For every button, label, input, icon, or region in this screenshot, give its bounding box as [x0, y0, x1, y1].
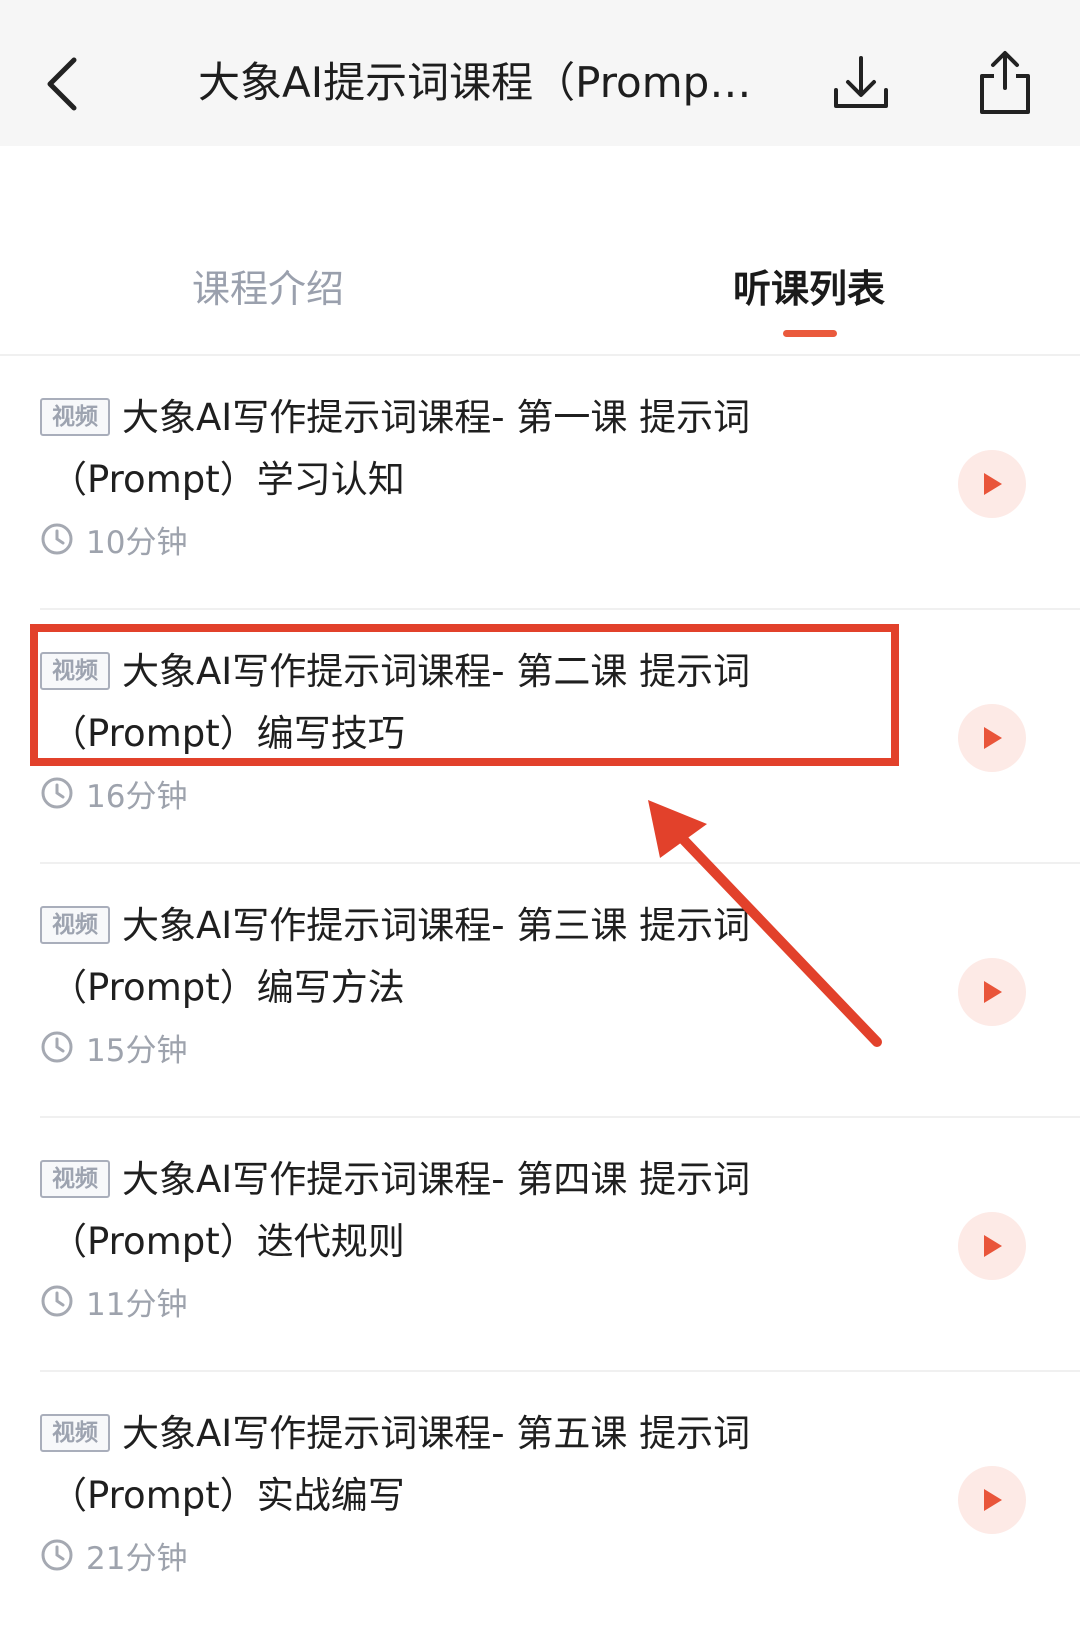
page-title: 大象AI提示词课程（Prompt）: [198, 58, 758, 107]
tab-course-intro[interactable]: 课程介绍: [192, 254, 344, 324]
video-badge: 视频: [40, 398, 110, 436]
play-icon: [984, 473, 1002, 495]
play-icon: [984, 1235, 1002, 1257]
back-button[interactable]: [30, 40, 100, 130]
play-button[interactable]: [958, 704, 1026, 772]
lesson-duration: 10分钟: [40, 516, 187, 562]
clock-icon: [41, 523, 73, 555]
chevron-left-icon: [47, 57, 77, 111]
video-badge: 视频: [40, 1160, 110, 1198]
play-icon: [984, 1489, 1002, 1511]
lesson-title-line1: 大象AI写作提示词课程- 第五课 提示词: [122, 1412, 751, 1455]
video-badge: 视频: [40, 1414, 110, 1452]
annotation-highlight-box: [30, 624, 899, 766]
share-icon: [980, 51, 1030, 114]
share-button[interactable]: [970, 46, 1040, 120]
top-nav-bar: 大象AI提示词课程（Prompt）: [0, 0, 1080, 146]
lesson-duration: 11分钟: [40, 1278, 187, 1324]
download-button[interactable]: [826, 48, 896, 118]
lesson-title-line2: （Prompt）实战编写: [50, 1474, 405, 1517]
lesson-title-line1: 大象AI写作提示词课程- 第一课 提示词: [122, 396, 751, 439]
tab-lesson-list[interactable]: 听课列表: [733, 254, 885, 324]
clock-icon: [41, 1031, 73, 1063]
lesson-title-line2: （Prompt）迭代规则: [50, 1220, 405, 1263]
duration-text: 15分钟: [86, 1032, 188, 1069]
lesson-duration: 16分钟: [40, 770, 187, 816]
course-page: 大象AI提示词课程（Prompt） 课程介绍 听课列表 视频 大象AI写作提示词…: [0, 0, 1080, 1632]
lesson-duration: 15分钟: [40, 1024, 187, 1070]
lesson-item[interactable]: 视频 大象AI写作提示词课程- 第一课 提示词 （Prompt）学习认知 10分…: [0, 356, 1080, 610]
lesson-item[interactable]: 视频 大象AI写作提示词课程- 第四课 提示词 （Prompt）迭代规则 11分…: [0, 1118, 1080, 1372]
lesson-duration: 21分钟: [40, 1532, 187, 1578]
play-icon: [984, 727, 1002, 749]
download-icon: [834, 56, 888, 108]
lesson-item[interactable]: 视频 大象AI写作提示词课程- 第五课 提示词 （Prompt）实战编写 21分…: [0, 1372, 1080, 1626]
duration-text: 21分钟: [86, 1540, 188, 1577]
lesson-title-line1: 大象AI写作提示词课程- 第三课 提示词: [122, 904, 751, 947]
play-button[interactable]: [958, 958, 1026, 1026]
lesson-title-line2: （Prompt）编写方法: [50, 966, 405, 1009]
play-button[interactable]: [958, 450, 1026, 518]
lesson-item[interactable]: 视频 大象AI写作提示词课程- 第三课 提示词 （Prompt）编写方法 15分…: [0, 864, 1080, 1118]
play-button[interactable]: [958, 1212, 1026, 1280]
play-icon: [984, 981, 1002, 1003]
lesson-title-line1: 大象AI写作提示词课程- 第四课 提示词: [122, 1158, 751, 1201]
clock-icon: [41, 777, 73, 809]
tab-bar: 课程介绍 听课列表: [0, 146, 1080, 356]
duration-text: 16分钟: [86, 778, 188, 815]
video-badge: 视频: [40, 906, 110, 944]
clock-icon: [41, 1539, 73, 1571]
lesson-title-line2: （Prompt）学习认知: [50, 458, 405, 501]
duration-text: 11分钟: [86, 1286, 188, 1323]
active-tab-indicator: [783, 330, 837, 337]
clock-icon: [41, 1285, 73, 1317]
play-button[interactable]: [958, 1466, 1026, 1534]
duration-text: 10分钟: [86, 524, 188, 561]
